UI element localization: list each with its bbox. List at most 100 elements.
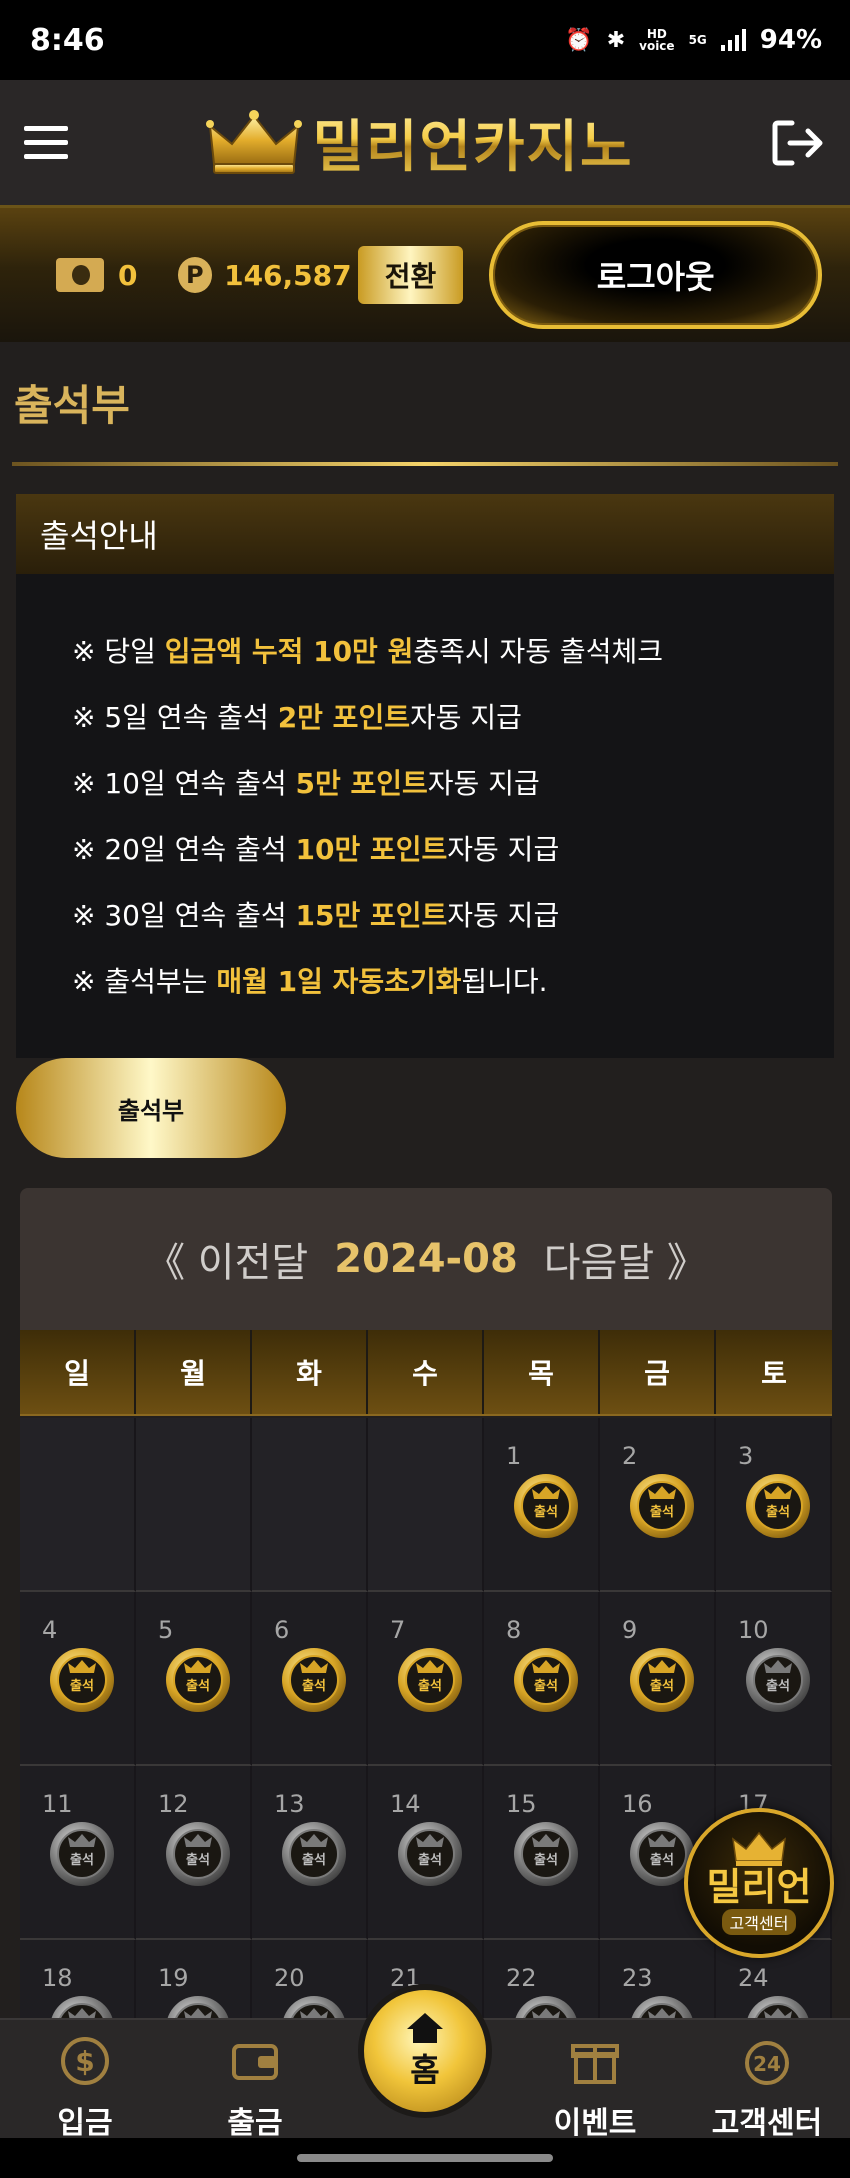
- attendance-stamp-gold-icon: 출석: [630, 1474, 694, 1538]
- logo-text: 밀리언카지노: [312, 102, 633, 183]
- calendar-day-number: 3: [738, 1442, 754, 1470]
- calendar-nav: 《 이전달 2024-08 다음달 》: [20, 1188, 832, 1330]
- weekday-tue: 화: [252, 1330, 368, 1414]
- calendar-day-number: 20: [274, 1964, 305, 1992]
- alarm-icon: ⏰: [565, 27, 593, 53]
- home-icon: [407, 2013, 443, 2043]
- attendance-stamp-gold-icon: 출석: [398, 1648, 462, 1712]
- attendance-stamp-gold-icon: 출석: [514, 1474, 578, 1538]
- stamp-label: 출석: [534, 1504, 558, 1520]
- calendar-day: 7 출석: [368, 1592, 484, 1766]
- weekday-fri: 금: [600, 1330, 716, 1414]
- network-type: 5G: [688, 33, 707, 47]
- calendar-day: 8 출석: [484, 1592, 600, 1766]
- prev-month-link[interactable]: 《 이전달: [145, 1230, 308, 1288]
- weekday-thu: 목: [484, 1330, 600, 1414]
- nav-support-label: 고객센터: [711, 2106, 823, 2141]
- calendar-day: 4 출석: [20, 1592, 136, 1766]
- weekday-mon: 월: [136, 1330, 252, 1414]
- crown-icon: [206, 109, 303, 174]
- menu-icon[interactable]: [24, 126, 68, 159]
- stamp-label: 출석: [302, 1852, 326, 1868]
- calendar-day-number: 23: [622, 1964, 653, 1992]
- calendar-day-number: 12: [158, 1790, 189, 1818]
- attendance-stamp-silver-icon: 출석: [514, 1822, 578, 1886]
- calendar-day-number: 4: [42, 1616, 58, 1644]
- calendar-weekdays: 일 월 화 수 목 금 토: [20, 1330, 832, 1416]
- nav-event[interactable]: 이벤트: [530, 2034, 660, 2142]
- weekday-sun: 일: [20, 1330, 136, 1414]
- hd-voice-icon: HD voice: [639, 27, 675, 53]
- info-line: ※ 10일 연속 출석 5만 포인트자동 지급: [72, 767, 540, 800]
- attendance-stamp-silver-icon: 출석: [50, 1822, 114, 1886]
- calendar-day-number: 19: [158, 1964, 189, 1992]
- nav-deposit-label: 입금: [57, 2106, 113, 2141]
- status-bar: 8:46 ⏰ ✱ HD voice 5G 94%: [0, 0, 850, 80]
- bluetooth-icon: ✱: [606, 27, 626, 53]
- attendance-stamp-silver-icon: 출석: [398, 1822, 462, 1886]
- calendar-day-number: 22: [506, 1964, 537, 1992]
- dollar-coin-icon: $: [61, 2037, 109, 2085]
- calendar-day-number: 6: [274, 1616, 290, 1644]
- nav-withdraw[interactable]: 출금: [190, 2034, 320, 2142]
- crown-icon: [732, 1831, 786, 1866]
- site-logo[interactable]: 밀리언카지노: [206, 102, 633, 183]
- calendar-day: 14 출석: [368, 1766, 484, 1940]
- calendar-day: 3 출석: [716, 1418, 832, 1592]
- stamp-label: 출석: [186, 1678, 210, 1694]
- page-title: 출석부: [14, 381, 130, 430]
- nav-deposit[interactable]: $ 입금: [20, 2034, 150, 2142]
- next-month-link[interactable]: 다음달 》: [544, 1230, 707, 1288]
- calendar-day: 2 출석: [600, 1418, 716, 1592]
- weekday-sat: 토: [761, 1357, 787, 1390]
- stamp-label: 출석: [534, 1852, 558, 1868]
- calendar-day-number: 7: [390, 1616, 406, 1644]
- calendar-day-number: 14: [390, 1790, 421, 1818]
- info-line: ※ 30일 연속 출석 15만 포인트자동 지급: [72, 899, 560, 932]
- info-line: ※ 5일 연속 출석 2만 포인트자동 지급: [72, 701, 522, 734]
- calendar-day: 12 출석: [136, 1766, 252, 1940]
- support-badge-name: 밀리언: [706, 1865, 812, 1909]
- gesture-bar: [0, 2138, 850, 2178]
- current-month: 2024-08: [334, 1236, 518, 1282]
- stamp-label: 출석: [766, 1678, 790, 1694]
- attendance-stamp-gold-icon: 출석: [514, 1648, 578, 1712]
- convert-button[interactable]: 전환: [357, 246, 464, 304]
- support-floating-button[interactable]: 밀리언 고객센터: [684, 1808, 834, 1958]
- calendar-day: 13 출석: [252, 1766, 368, 1940]
- nav-home[interactable]: 홈: [358, 1984, 492, 2118]
- stamp-label: 출석: [186, 1852, 210, 1868]
- wallet-bar: 0 P 146,587 전환 로그아웃: [0, 208, 850, 342]
- calendar-day-number: 24: [738, 1964, 769, 1992]
- stamp-label: 출석: [534, 1678, 558, 1694]
- stamp-label: 출석: [650, 1678, 674, 1694]
- calendar-day-number: 10: [738, 1616, 769, 1644]
- info-line: ※ 20일 연속 출석 10만 포인트자동 지급: [72, 833, 560, 866]
- support-badge-sub: 고객센터: [721, 1909, 797, 1935]
- calendar-day: 15 출석: [484, 1766, 600, 1940]
- stamp-label: 출석: [650, 1504, 674, 1520]
- calendar-empty-cell: [136, 1418, 252, 1592]
- status-time: 8:46: [30, 22, 105, 58]
- logout-icon[interactable]: [772, 119, 826, 167]
- calendar-day-number: 11: [42, 1790, 73, 1818]
- info-line: ※ 당일 입금액 누적 10만 원충족시 자동 출석체크: [72, 635, 663, 668]
- info-body: ※ 당일 입금액 누적 10만 원충족시 자동 출석체크 ※ 5일 연속 출석 …: [16, 574, 834, 1058]
- calendar-day-number: 13: [274, 1790, 305, 1818]
- wallet-icon: [232, 2044, 278, 2080]
- calendar-day-number: 1: [506, 1442, 522, 1470]
- calendar-empty-cell: [252, 1418, 368, 1592]
- svg-text:$: $: [75, 2045, 94, 2078]
- calendar-day-number: 2: [622, 1442, 638, 1470]
- title-divider: [12, 462, 838, 466]
- attendance-stamp-silver-icon: 출석: [166, 1822, 230, 1886]
- status-icons: ⏰ ✱ HD voice 5G 94%: [565, 25, 822, 55]
- calendar-day-number: 15: [506, 1790, 537, 1818]
- point-icon: P: [177, 257, 213, 293]
- calendar-day: 9 출석: [600, 1592, 716, 1766]
- attendance-button[interactable]: 출석부: [16, 1058, 286, 1158]
- nav-support[interactable]: 24 고객센터: [694, 2034, 840, 2142]
- stamp-label: 출석: [418, 1678, 442, 1694]
- stamp-label: 출석: [302, 1678, 326, 1694]
- logout-button[interactable]: 로그아웃: [489, 221, 822, 329]
